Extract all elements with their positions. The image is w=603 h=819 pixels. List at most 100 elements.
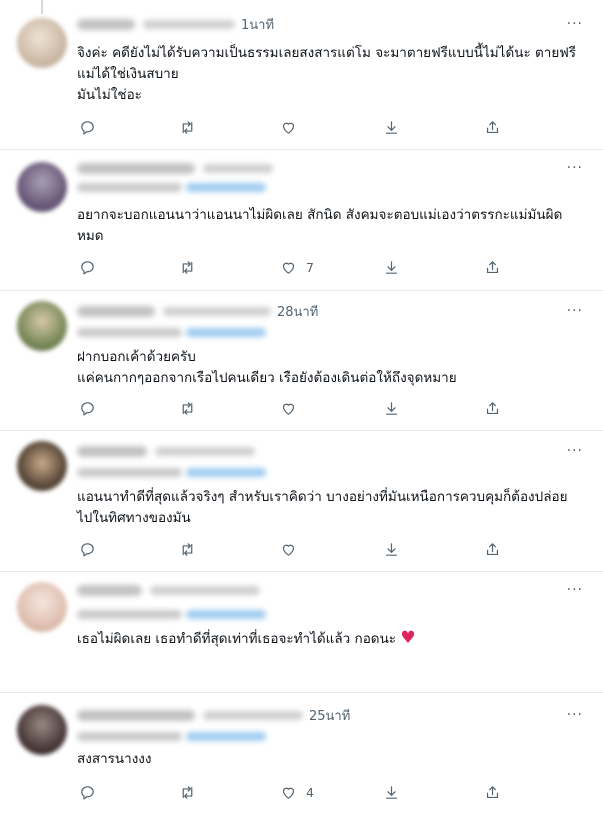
more-icon[interactable]: ··· [567,160,583,176]
tweet[interactable]: 25นาที ··· สงสารนางงง 4 [0,693,603,819]
tweet[interactable]: 1นาที ··· จิงค่ะ คดียังไม่ได้รับความเป็น… [0,0,603,150]
reply-icon [81,260,94,274]
tweet-text: เธอไม่ผิดเลย เธอทำดีที่สุดเท่าที่เธอจะทำ… [77,628,416,648]
like-icon [282,403,295,415]
tweet[interactable]: ··· เธอไม่ผิดเลย เธอทำดีที่สุดเท่าที่เธอ… [0,572,603,693]
action-bar [79,539,509,559]
author-name[interactable] [77,305,155,317]
replying-to[interactable] [77,607,266,621]
share-button[interactable] [484,782,501,802]
share-button[interactable] [484,539,501,559]
share-button[interactable] [484,117,501,137]
retweet-button[interactable] [179,257,196,277]
retweet-button[interactable] [179,398,196,418]
author-handle[interactable] [203,163,273,173]
download-icon [385,120,398,134]
timestamp[interactable]: 28นาที [277,301,318,322]
like-button[interactable] [280,117,306,137]
tweet-text: สงสารนางงง [77,751,152,767]
avatar[interactable] [17,162,67,212]
more-icon[interactable]: ··· [567,443,583,459]
like-icon [282,787,295,799]
retweet-icon [182,260,193,274]
avatar[interactable] [17,301,67,351]
more-icon[interactable]: ··· [567,707,583,723]
download-button[interactable] [383,398,400,418]
tweet[interactable]: ··· อยากจะบอกแอนนาว่าแอนนาไม่ผิดเลย สักน… [0,150,603,291]
author-name[interactable] [77,584,142,596]
download-icon [385,401,398,415]
download-button[interactable] [383,782,400,802]
reply-button[interactable] [79,782,96,802]
reply-button[interactable] [79,539,96,559]
share-button[interactable] [484,257,501,277]
author-name[interactable] [77,18,135,30]
like-icon [282,544,295,556]
share-icon [486,785,499,798]
reply-button[interactable] [79,117,96,137]
like-button[interactable]: 7 [280,257,314,277]
tweet-header [77,441,261,461]
avatar[interactable] [17,705,67,755]
avatar[interactable] [17,441,67,491]
like-count: 7 [306,259,314,275]
reply-button[interactable] [79,257,96,277]
share-button[interactable] [484,398,501,418]
red-heart-emoji: ♥ [400,628,416,648]
reply-icon [81,542,94,556]
download-button[interactable] [383,117,400,137]
author-handle[interactable] [163,306,271,316]
more-icon[interactable]: ··· [567,16,583,32]
retweet-button[interactable] [179,782,196,802]
share-icon [486,401,499,414]
download-button[interactable] [383,539,400,559]
timestamp[interactable]: 1นาที [241,14,274,35]
tweet-header: 28นาที [77,301,318,321]
like-icon [282,262,295,274]
retweet-button[interactable] [179,539,196,559]
tweet[interactable]: ··· แอนนาทำดีที่สุดแล้วจริงๆ สำหรับเราคิ… [0,431,603,572]
retweet-icon [182,120,193,134]
retweet-button[interactable] [179,117,196,137]
tweet-text: ฝากบอกเค้าด้วยครับ แค่คนกากๆออกจากเรือไป… [77,349,457,386]
tweet-text: อยากจะบอกแอนนาว่าแอนนาไม่ผิดเลย สักนิด ส… [77,207,563,244]
action-bar [79,117,509,137]
action-bar: 7 [79,257,509,277]
timestamp[interactable]: 25นาที [309,705,350,726]
tweet-text: จิงค่ะ คดียังไม่ได้รับความเป็นธรรมเลยสงส… [77,45,577,103]
author-name[interactable] [77,445,147,457]
author-handle[interactable] [143,19,235,29]
like-count: 4 [306,784,314,800]
like-button[interactable] [280,539,306,559]
retweet-icon [182,542,193,556]
avatar[interactable] [17,582,67,632]
author-name[interactable] [77,162,195,174]
download-icon [385,260,398,274]
share-icon [486,260,499,273]
reply-icon [81,785,94,799]
replying-to[interactable] [77,465,266,479]
replying-to[interactable] [77,729,266,743]
replying-to[interactable] [77,180,266,194]
reply-icon [81,401,94,415]
reply-button[interactable] [79,398,96,418]
tweet[interactable]: 28นาที ··· ฝากบอกเค้าด้วยครับ แค่คนกากๆอ… [0,291,603,431]
like-icon [282,122,295,134]
retweet-icon [182,785,193,799]
tweet-header: 25นาที [77,705,350,725]
author-handle[interactable] [150,585,260,595]
more-icon[interactable]: ··· [567,303,583,319]
download-icon [385,542,398,556]
tweet-header [77,158,279,178]
download-button[interactable] [383,257,400,277]
avatar[interactable] [17,18,67,68]
author-handle[interactable] [203,710,303,720]
author-handle[interactable] [155,446,255,456]
replying-to[interactable] [77,325,266,339]
like-button[interactable] [280,398,306,418]
share-icon [486,542,499,555]
more-icon[interactable]: ··· [567,582,583,598]
author-name[interactable] [77,709,195,721]
share-icon [486,120,499,133]
like-button[interactable]: 4 [280,782,314,802]
